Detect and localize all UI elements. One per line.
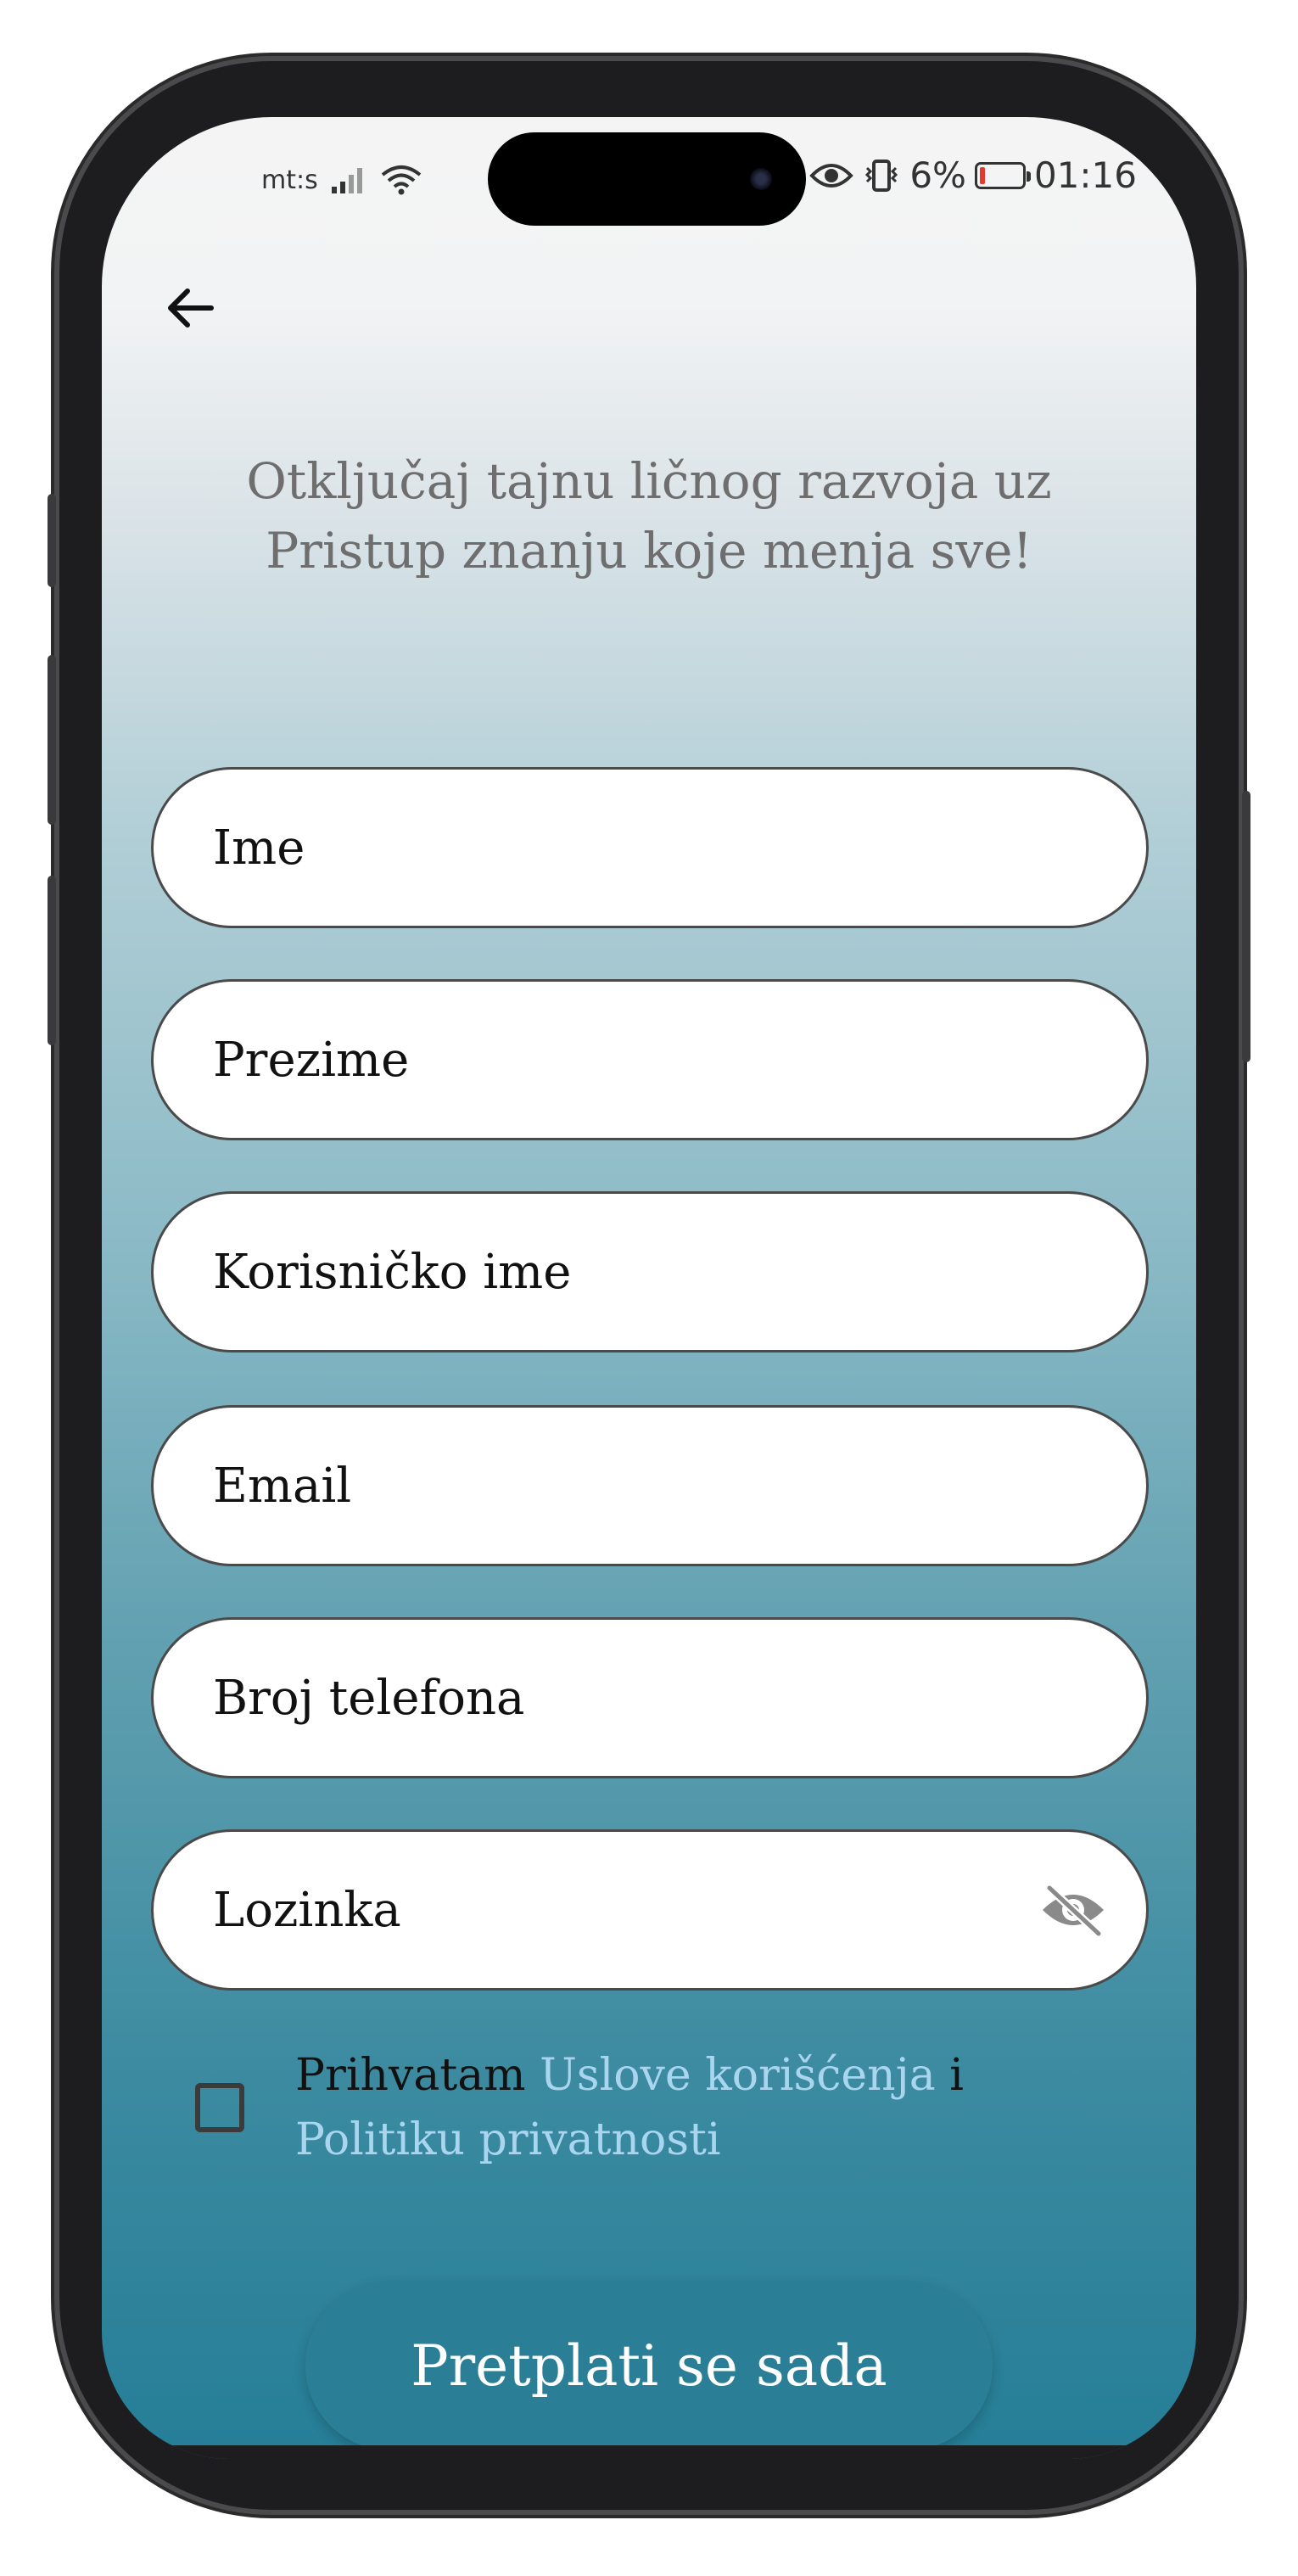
- eye-comfort-icon: [809, 163, 854, 188]
- battery-percent: 6%: [909, 154, 966, 196]
- power-button: [1242, 791, 1250, 1062]
- terms-row: Prihvatam Uslove korišćenja i Politiku p…: [195, 2043, 1128, 2172]
- status-bar-right: 6% 01:16: [809, 154, 1137, 196]
- terms-checkbox[interactable]: [195, 2083, 244, 2132]
- terms-of-use-link[interactable]: Uslove korišćenja: [540, 2050, 936, 2101]
- phone-field[interactable]: [154, 1620, 1146, 1776]
- password-field[interactable]: [154, 1832, 1146, 1988]
- arrow-left-icon: [168, 288, 214, 328]
- last-name-field-container: [151, 979, 1149, 1140]
- subscribe-button[interactable]: Pretplati se sada: [305, 2281, 993, 2450]
- clock: 01:16: [1033, 154, 1137, 196]
- volume-up-button: [48, 655, 56, 825]
- vibrate-icon: [865, 159, 898, 192]
- email-field[interactable]: [154, 1408, 1146, 1564]
- signal-icon: [331, 168, 362, 193]
- battery-fill: [979, 166, 985, 184]
- first-name-field-container: [151, 767, 1149, 928]
- last-name-field[interactable]: [154, 982, 1146, 1138]
- password-field-container: [151, 1829, 1149, 1991]
- password-visibility-toggle[interactable]: [1038, 1874, 1109, 1946]
- email-field-container: [151, 1405, 1149, 1566]
- back-button[interactable]: [153, 270, 229, 346]
- status-bar-left: mt:s: [261, 163, 423, 197]
- terms-text: Prihvatam Uslove korišćenja i Politiku p…: [295, 2043, 964, 2172]
- privacy-policy-link[interactable]: Politiku privatnosti: [295, 2114, 721, 2165]
- phone-frame: mt:s 6% 01:16 Otključaj tajnu ličnog raz…: [48, 61, 1250, 2510]
- camera-icon: [750, 168, 772, 190]
- screen: mt:s 6% 01:16 Otključaj tajnu ličnog raz…: [102, 117, 1196, 2459]
- bottom-bezel: [102, 2445, 1196, 2459]
- username-field[interactable]: [154, 1194, 1146, 1350]
- wifi-icon: [381, 165, 422, 195]
- dynamic-island: [488, 132, 806, 226]
- action-button: [48, 494, 56, 587]
- volume-down-button: [48, 876, 56, 1045]
- battery-icon: [974, 161, 1031, 189]
- username-field-container: [151, 1191, 1149, 1352]
- phone-field-container: [151, 1617, 1149, 1778]
- eye-off-icon: [1043, 1884, 1104, 1937]
- terms-conjunction: i: [949, 2050, 964, 2101]
- first-name-field[interactable]: [154, 770, 1146, 926]
- page-headline: Otključaj tajnu ličnog razvoja uz Pristu…: [246, 452, 1052, 580]
- carrier-label: mt:s: [261, 165, 318, 195]
- terms-prefix: Prihvatam: [295, 2050, 526, 2101]
